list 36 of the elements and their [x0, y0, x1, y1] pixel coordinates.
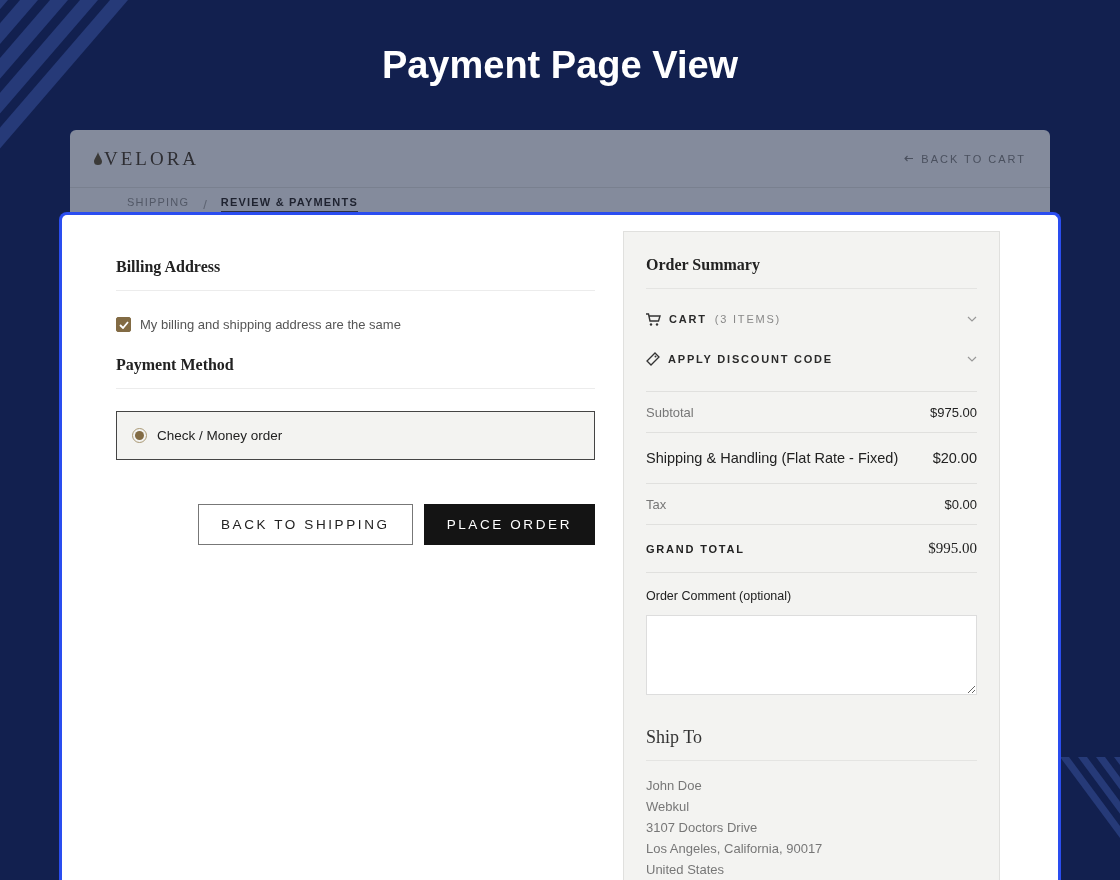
store-logo: VELORA	[104, 147, 200, 170]
section-heading: Payment Method	[116, 356, 595, 389]
total-label: GRAND TOTAL	[646, 542, 745, 555]
place-order-button[interactable]: PLACE ORDER	[423, 504, 595, 545]
step-separator: /	[203, 196, 207, 212]
total-value: $975.00	[930, 404, 977, 420]
total-label: Shipping & Handling (Flat Rate - Fixed)	[646, 450, 899, 466]
total-value: $20.00	[932, 450, 977, 466]
summary-section-toggle[interactable]: APPLY DISCOUNT CODE	[646, 339, 977, 379]
total-value: $0.00	[944, 496, 977, 512]
chevron-down-icon	[967, 316, 977, 322]
comment-label: Order Comment (optional)	[646, 589, 793, 603]
address-line: United States	[646, 861, 726, 879]
address-line: Webkul	[646, 798, 691, 816]
drop-icon	[94, 152, 102, 165]
chevron-down-icon	[967, 356, 977, 362]
checkbox[interactable]	[116, 317, 131, 332]
arrow-left-icon	[904, 155, 914, 162]
checkbox-label: My billing and shipping address are the same	[140, 317, 401, 332]
section-heading: Billing Address	[116, 258, 595, 291]
ship-to-heading: Ship To	[646, 727, 977, 761]
tag-icon	[646, 352, 660, 366]
comment-field[interactable]	[646, 615, 977, 695]
payment-option-label: Check / Money order	[157, 428, 283, 443]
page-title: Payment Page View	[381, 44, 739, 88]
back-button[interactable]: BACK TO SHIPPING	[198, 504, 413, 545]
payment-option[interactable]: Check / Money order	[116, 411, 595, 460]
address-line: 3107 Doctors Drive	[646, 819, 759, 837]
address-line: John Doe	[646, 777, 703, 795]
total-label: Tax	[646, 496, 667, 512]
total-value: $995.00	[928, 540, 977, 557]
address-line: Los Angeles, California, 90017	[646, 840, 824, 858]
total-label: Subtotal	[646, 404, 694, 420]
summary-section-toggle[interactable]: CART (3 ITEMS)	[646, 299, 977, 339]
summary-heading: Order Summary	[646, 256, 977, 289]
cart-icon	[646, 312, 661, 326]
